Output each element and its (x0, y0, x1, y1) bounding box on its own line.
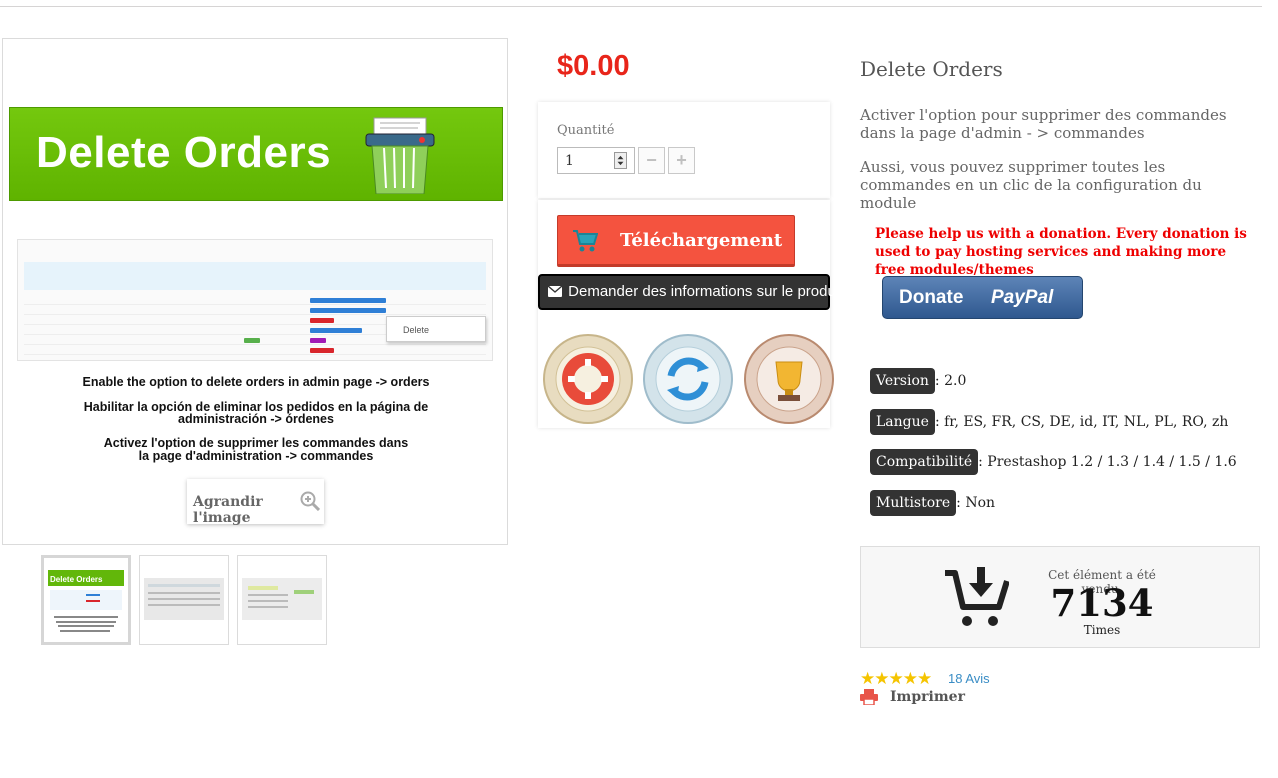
product-title: Delete Orders (860, 57, 1003, 81)
enlarge-label: Agrandir l'image (193, 494, 263, 526)
best-ratings-badge-icon (744, 334, 834, 424)
sold-times: Times (1083, 623, 1121, 637)
spec-language: Langue: fr, ES, FR, CS, DE, id, IT, NL, … (870, 409, 1228, 435)
quantity-panel: Quantité 1 − + (538, 102, 830, 198)
thumbnail-3-image (242, 578, 322, 620)
context-menu: Delete (386, 316, 486, 342)
quantity-label: Quantité (557, 123, 615, 138)
spec-label: Multistore (870, 490, 957, 516)
caption-fr-2: la page d'administration -> commandes (138, 449, 374, 463)
printer-icon (860, 689, 878, 705)
envelope-icon (547, 285, 563, 297)
image-banner: Delete Orders (9, 107, 503, 201)
cart-icon (573, 230, 598, 252)
main-product-image[interactable]: Delete Orders Delete Enable the option t… (2, 38, 508, 545)
zoom-in-icon (300, 491, 320, 511)
spec-version: Version: 2.0 (870, 368, 966, 394)
sales-counter: Cet élément a été vendu. 7134 Times (860, 546, 1260, 648)
quantity-plus-button[interactable]: + (668, 147, 695, 174)
caption-en: Enable the option to delete orders in ad… (82, 375, 430, 389)
top-divider (0, 6, 1262, 7)
download-label: Téléchargement (620, 230, 783, 251)
free-updates-badge-icon (643, 334, 733, 424)
admin-table-preview: Delete (17, 239, 493, 361)
spec-value: : Prestashop 1.2 / 1.3 / 1.4 / 1.5 / 1.6 (978, 454, 1237, 470)
enlarge-image-button[interactable]: Agrandir l'image (187, 479, 324, 526)
request-info-button[interactable]: Demander des informations sur le produit (538, 274, 843, 310)
spec-multistore: Multistore: Non (870, 490, 995, 516)
print-label: Imprimer (890, 689, 965, 705)
caption-es-2: administración -> órdenes (178, 412, 334, 426)
paypal-donate-button[interactable]: Donate PayPal (882, 276, 1083, 319)
product-description-1: Activer l'option pour supprimer des comm… (860, 106, 1227, 142)
paypal-logo: PayPal (991, 287, 1054, 308)
reviews-link[interactable]: 18 Avis (948, 671, 990, 686)
spec-value: : 2.0 (934, 373, 967, 389)
thumbnail-2-image (144, 578, 224, 620)
download-button[interactable]: Téléchargement (557, 215, 795, 267)
spec-value: : fr, ES, FR, CS, DE, id, IT, NL, PL, RO… (934, 414, 1229, 430)
quantity-minus-button[interactable]: − (638, 147, 665, 174)
product-description-2: Aussi, vous pouvez supprimer toutes les … (860, 158, 1202, 212)
thumbnail-1-image: Delete Orders (48, 570, 124, 632)
caption-fr-1: Activez l'option de supprimer les comman… (103, 436, 409, 450)
spec-value: : Non (956, 495, 996, 511)
thumbnail-2[interactable] (139, 555, 229, 645)
spec-label: Version (870, 368, 935, 394)
cart-download-icon (945, 567, 1009, 626)
banner-title: Delete Orders (36, 128, 332, 177)
spec-label: Langue (870, 409, 935, 435)
context-menu-delete: Delete (403, 325, 430, 335)
sold-count: 7134 (1050, 581, 1154, 625)
request-info-label: Demander des informations sur le produit (568, 283, 844, 300)
quantity-spinner-icon[interactable] (614, 152, 627, 169)
rating-stars: ★★★★★ (860, 669, 932, 689)
product-price: $0.00 (557, 50, 630, 82)
free-support-badge-icon (543, 334, 633, 424)
spec-label: Compatibilité (870, 449, 979, 475)
shredder-icon (365, 117, 435, 194)
thumbnail-3[interactable] (237, 555, 327, 645)
donation-notice: Please help us with a donation. Every do… (875, 226, 1247, 278)
thumbnail-1-title: Delete Orders (50, 575, 103, 584)
thumbnail-1[interactable]: Delete Orders (41, 555, 131, 645)
donate-label: Donate (899, 287, 964, 308)
spec-compatibility: Compatibilité: Prestashop 1.2 / 1.3 / 1.… (870, 449, 1237, 475)
